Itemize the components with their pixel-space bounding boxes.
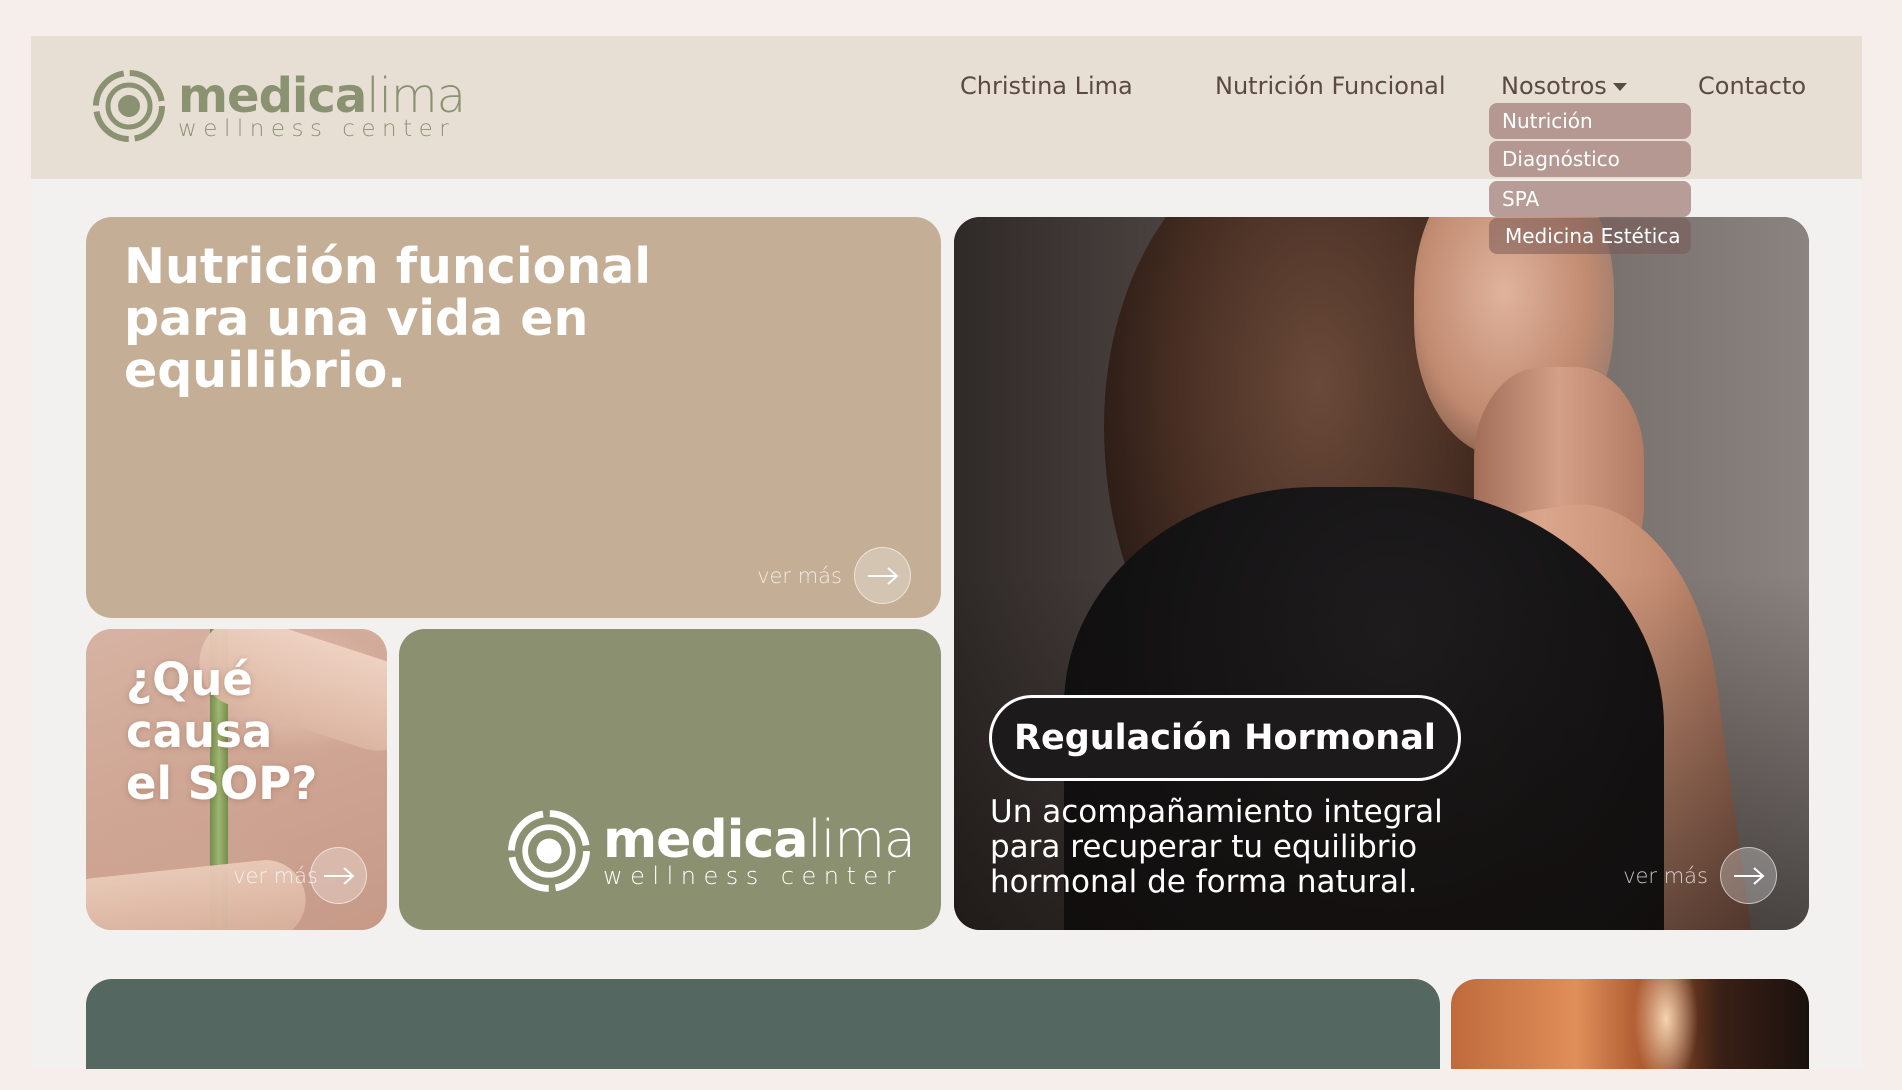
logo-wordmark: medicalima <box>603 810 916 870</box>
hormonal-description: Un acompañamiento integral para recupera… <box>990 794 1443 900</box>
card-brand: medicalima wellness center <box>399 629 941 930</box>
dropdown-item-spa[interactable]: SPA <box>1489 181 1691 217</box>
arrow-right-icon <box>310 847 367 904</box>
caret-down-icon <box>1612 83 1627 91</box>
dropdown-item-diagnostico[interactable]: Diagnóstico <box>1489 141 1691 177</box>
card-bottom-photo <box>1451 979 1809 1069</box>
ver-mas-label: ver más <box>233 863 318 888</box>
nutricion-headline: Nutrición funcional para una vida en equ… <box>124 238 652 399</box>
arrow-right-icon <box>1720 847 1777 904</box>
card-bottom-green <box>86 979 1440 1069</box>
ver-mas-label: ver más <box>1623 863 1708 888</box>
sop-headline: ¿Qué causa el SOP? <box>126 653 318 810</box>
logo-tagline: wellness center <box>178 115 456 142</box>
ver-mas-label: ver más <box>757 563 842 588</box>
dropdown-item-medicina-estetica[interactable]: Medicina Estética <box>1489 218 1691 254</box>
nav-nutricion-funcional[interactable]: Nutrición Funcional <box>1215 72 1446 100</box>
dropdown-item-nutricion[interactable]: Nutrición <box>1489 103 1691 139</box>
arrow-right-icon <box>854 547 911 604</box>
nav-nosotros[interactable]: Nosotros <box>1501 72 1627 100</box>
brand-logo-white: medicalima wellness center <box>507 809 916 893</box>
page-frame: medicalima wellness center Christina Lim… <box>31 36 1862 1069</box>
logo-mark-icon <box>508 810 590 892</box>
ver-mas-link[interactable]: ver más <box>1623 847 1777 904</box>
card-sop[interactable]: ¿Qué causa el SOP? ver más <box>86 629 387 930</box>
card-regulacion-hormonal[interactable]: Regulación Hormonal Un acompañamiento in… <box>954 217 1809 930</box>
card-nutricion-funcional[interactable]: Nutrición funcional para una vida en equ… <box>86 217 941 618</box>
nav-contacto[interactable]: Contacto <box>1698 72 1806 100</box>
ver-mas-link[interactable]: ver más <box>233 847 367 904</box>
ver-mas-link[interactable]: ver más <box>757 547 911 604</box>
logo-tagline: wellness center <box>603 862 904 890</box>
nav-nosotros-label: Nosotros <box>1501 72 1607 100</box>
nav-christina-lima[interactable]: Christina Lima <box>960 72 1133 100</box>
regulacion-hormonal-badge: Regulación Hormonal <box>989 695 1461 781</box>
